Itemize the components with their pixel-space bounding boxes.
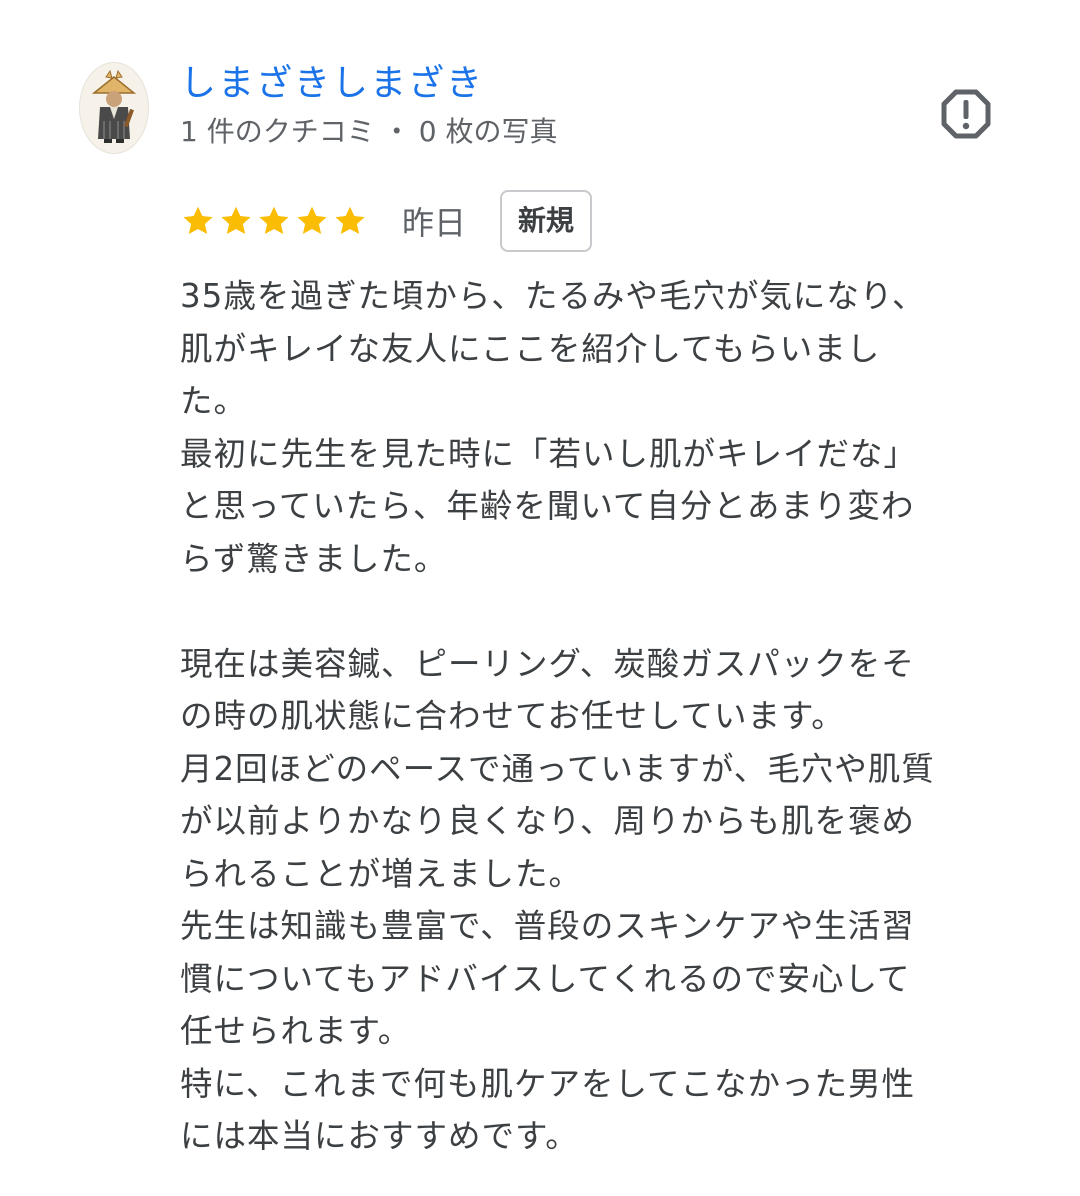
avatar[interactable] <box>79 62 149 154</box>
star-icon <box>183 206 213 235</box>
review-text-line: の時の肌状態に合わせてお任せしています。 <box>180 697 845 735</box>
report-button[interactable] <box>938 86 994 142</box>
review-text-line <box>180 585 1030 638</box>
photo-count: 0 枚の写真 <box>418 115 558 148</box>
review-text-line: 現在は美容鍼、ピーリング、炭酸ガスパックをそ <box>180 644 915 683</box>
review-card: しまざきしまざき 1 件のクチコミ ・ 0 枚の写真 昨日 新規 35歳を過ぎた… <box>0 0 1080 1196</box>
star-rating <box>180 203 368 239</box>
review-text-line: と思っていたら、年齢を聞いて自分とあまり変わ <box>180 487 915 525</box>
review-text-line: が以前よりかなり良くなり、周りからも肌を褒め <box>180 802 916 840</box>
meta-separator: ・ <box>382 115 411 148</box>
review-text-line: 月2回ほどのペースで通っていますが、毛穴や肌質 <box>180 749 935 788</box>
star-icon <box>297 206 327 235</box>
review-text-line: 先生は知識も豊富で、普段のスキンケアや生活習 <box>180 907 915 945</box>
new-badge: 新規 <box>500 190 593 252</box>
review-text-line: 慣についてもアドバイスしてくれるので安心して <box>180 959 911 998</box>
star-icon <box>259 206 289 235</box>
author-name[interactable]: しまざきしまざき <box>180 60 484 108</box>
review-count: 1 件のクチコミ <box>180 115 375 148</box>
review-text-line: らず驚きました。 <box>180 539 448 578</box>
review-text-line: 35歳を過ぎた頃から、たるみや毛穴が気になり、 <box>180 277 926 315</box>
review-date: 昨日 <box>402 204 467 242</box>
review-text: 35歳を過ぎた頃から、たるみや毛穴が気になり、 肌がキレイな友人にここを紹介しても… <box>180 270 1030 1163</box>
samurai-avatar-icon <box>91 69 137 143</box>
review-text-line: には本当におすすめです。 <box>180 1117 579 1155</box>
review-text-line: られることが増えました。 <box>180 854 583 893</box>
report-flag-icon <box>941 89 991 139</box>
review-text-line: た。 <box>180 382 248 420</box>
star-icon <box>335 206 365 235</box>
star-icon <box>221 206 251 235</box>
review-text-line: 特に、これまで何も肌ケアをしてこなかった男性 <box>180 1064 916 1103</box>
review-text-line: 肌がキレイな友人にここを紹介してもらいまし <box>180 329 881 368</box>
rating-row: 昨日 新規 <box>180 190 593 252</box>
review-text-line: 任せられます。 <box>180 1012 412 1050</box>
author-meta: 1 件のクチコミ ・ 0 枚の写真 <box>180 112 557 152</box>
review-text-line: 最初に先生を見た時に「若いし肌がキレイだな」 <box>180 434 918 473</box>
